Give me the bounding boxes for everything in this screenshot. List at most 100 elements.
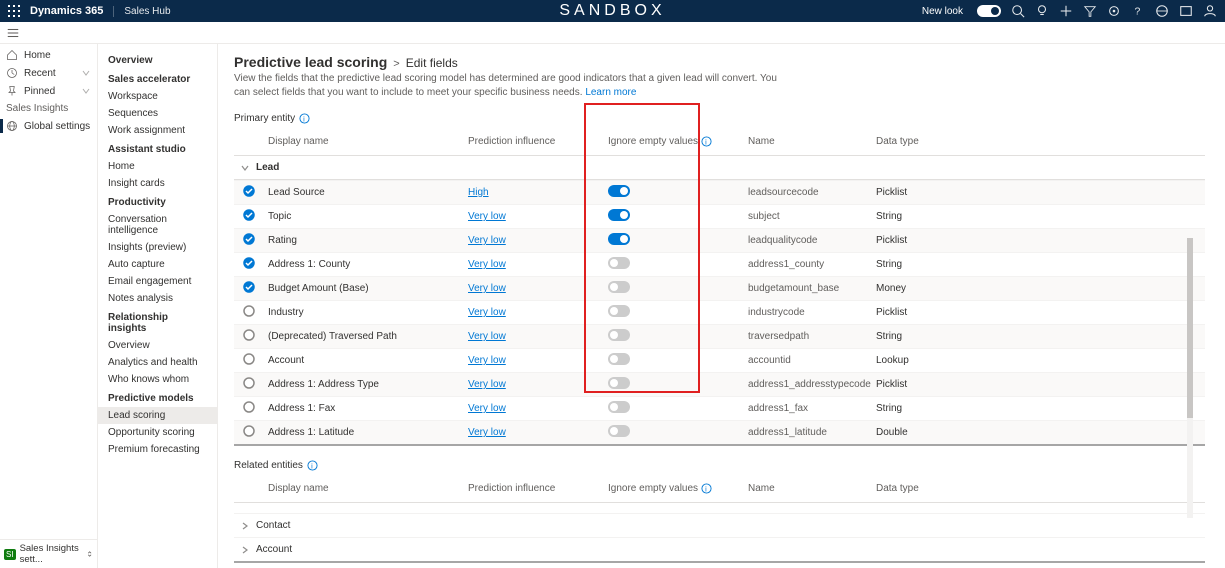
nav-home-label: Home [24,50,51,61]
row-checkbox[interactable] [242,328,256,342]
row-checkbox[interactable] [242,280,256,294]
pin-icon [6,85,18,97]
nav-pinned[interactable]: Pinned [0,82,97,100]
gear-icon[interactable] [1107,4,1121,18]
plus-icon[interactable] [1059,4,1073,18]
related-table: Display name Prediction influence Ignore… [234,475,1205,563]
row-influence-link[interactable]: Very low [468,283,506,294]
rth-display: Display name [264,481,464,496]
row-display: Address 1: County [264,256,464,273]
row-name: address1_latitude [744,424,872,441]
globe-icon[interactable] [1155,4,1169,18]
row-checkbox[interactable] [242,376,256,390]
info-icon[interactable]: i [299,113,310,124]
row-type: Picklist [872,232,992,249]
primary-entity-label: Primary entity i [234,113,1205,124]
fields-table: Display name Prediction influence Ignore… [234,128,1205,446]
row-influence-link[interactable]: Very low [468,307,506,318]
nav-group-item[interactable]: Opportunity scoring [98,424,217,441]
info-icon[interactable]: i [701,483,712,494]
top-app-bar: Dynamics 365 Sales Hub SANDBOX New look … [0,0,1225,22]
help-icon[interactable]: ? [1131,4,1145,18]
th-display: Display name [264,134,464,149]
nav-group-item[interactable]: Notes analysis [98,290,217,307]
row-name: accountid [744,352,872,369]
nav-group-head: Sales accelerator [98,69,217,88]
nav-group-item[interactable]: Workspace [98,88,217,105]
related-group-row[interactable]: Contact [234,513,1205,537]
info-icon[interactable]: i [701,136,712,147]
nav-group-item[interactable]: Home [98,158,217,175]
row-checkbox[interactable] [242,304,256,318]
row-ignore-toggle[interactable] [608,401,630,413]
learn-more-link[interactable]: Learn more [585,87,636,98]
nav-group-head: Assistant studio [98,139,217,158]
nav-group-item[interactable]: Analytics and health [98,354,217,371]
row-influence-link[interactable]: Very low [468,211,506,222]
nav-pinned-label: Pinned [24,86,55,97]
row-influence-link[interactable]: Very low [468,331,506,342]
svg-text:i: i [705,484,707,493]
nav-group-item[interactable]: Email engagement [98,273,217,290]
row-checkbox[interactable] [242,256,256,270]
info-icon[interactable]: i [307,460,318,471]
row-checkbox[interactable] [242,400,256,414]
chevron-right-icon [240,545,250,555]
row-type: Picklist [872,184,992,201]
nav-global-settings[interactable]: Global settings [0,117,97,135]
brand-label: Dynamics 365 [30,5,103,17]
nav-recent[interactable]: Recent [0,64,97,82]
nav-group-item[interactable]: Lead scoring [98,407,217,424]
row-checkbox[interactable] [242,232,256,246]
row-influence-link[interactable]: Very low [468,355,506,366]
person-icon[interactable] [1203,4,1217,18]
nav-group-item[interactable]: Insight cards [98,175,217,192]
related-group-row[interactable]: Account [234,537,1205,561]
nav-group-item[interactable]: Overview [98,337,217,354]
row-influence-link[interactable]: Very low [468,235,506,246]
related-header: Display name Prediction influence Ignore… [234,475,1205,503]
row-influence-link[interactable]: High [468,187,489,198]
related-group-label: Account [256,544,292,555]
row-influence-link[interactable]: Very low [468,379,506,390]
row-ignore-toggle[interactable] [608,425,630,437]
row-type: Lookup [872,352,992,369]
search-icon[interactable] [1011,4,1025,18]
nav-home[interactable]: Home [0,46,97,64]
highlight-box [584,103,700,393]
row-influence-link[interactable]: Very low [468,259,506,270]
newlook-toggle[interactable] [977,5,1001,17]
related-group-label: Contact [256,520,290,531]
row-display: Address 1: Address Type [264,376,464,393]
nav-group-item[interactable]: Sequences [98,105,217,122]
row-display: Budget Amount (Base) [264,280,464,297]
group-lead[interactable]: Lead [234,156,1205,180]
row-checkbox[interactable] [242,424,256,438]
row-influence-link[interactable]: Very low [468,403,506,414]
nav-group-item[interactable]: Auto capture [98,256,217,273]
table-row: Address 1: Latitude Very low address1_la… [234,420,1205,444]
row-name: subject [744,208,872,225]
rth-influence: Prediction influence [464,481,604,496]
nav-group-item[interactable]: Conversation intelligence [98,211,217,239]
waffle-icon[interactable] [8,5,20,17]
photo-icon[interactable] [1179,4,1193,18]
nav-group-item[interactable]: Insights (preview) [98,239,217,256]
filter-icon[interactable] [1083,4,1097,18]
row-name: industrycode [744,304,872,321]
nav-group-item[interactable]: Premium forecasting [98,441,217,458]
scrollbar-thumb[interactable] [1187,238,1193,418]
row-checkbox[interactable] [242,352,256,366]
hamburger-icon[interactable] [6,26,20,40]
row-influence-link[interactable]: Very low [468,427,506,438]
nav-group-item[interactable]: Who knows whom [98,371,217,388]
settings-nav: Overview Sales acceleratorWorkspaceSequen… [98,44,218,568]
rth-type: Data type [872,481,992,496]
main-content: Predictive lead scoring > Edit fields Vi… [218,44,1225,568]
row-checkbox[interactable] [242,208,256,222]
nav-group-item[interactable]: Work assignment [98,122,217,139]
lightbulb-icon[interactable] [1035,4,1049,18]
area-switcher[interactable]: SI Sales Insights sett... [0,539,97,568]
vertical-scrollbar[interactable] [1187,238,1193,518]
row-checkbox[interactable] [242,184,256,198]
